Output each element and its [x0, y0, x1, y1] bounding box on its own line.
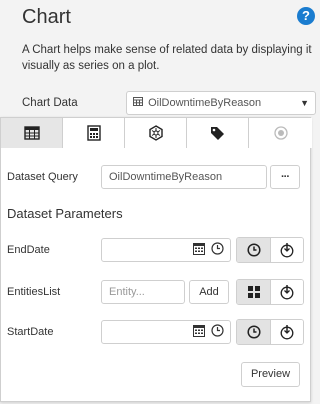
calendar-icon[interactable]	[193, 242, 205, 255]
hexagon-network-icon	[148, 125, 163, 141]
static-value-toggle[interactable]	[237, 238, 270, 262]
tab-tags[interactable]	[187, 118, 249, 148]
param-label-enddate: EndDate	[7, 244, 50, 256]
tab-dataset[interactable]	[1, 118, 63, 148]
param-label-entitieslist: EntitiesList	[7, 286, 61, 298]
chart-data-label: Chart Data	[22, 97, 78, 109]
dynamic-value-toggle[interactable]	[270, 280, 303, 304]
preview-button[interactable]: Preview	[241, 362, 300, 387]
tab-calculations[interactable]	[63, 118, 125, 148]
param-label-startdate: StartDate	[7, 326, 54, 338]
chart-data-value: OilDowntimeByReason	[148, 97, 262, 109]
dynamic-value-toggle[interactable]	[270, 320, 303, 344]
clock-icon[interactable]	[211, 242, 224, 255]
startdate-mode-toggle	[236, 319, 304, 345]
dynamic-value-toggle[interactable]	[270, 238, 303, 262]
panel-title: Chart	[22, 6, 71, 28]
static-value-toggle[interactable]	[237, 280, 270, 304]
clock-icon	[246, 243, 261, 257]
startdate-picker-icons	[193, 324, 224, 337]
radio-target-icon	[273, 126, 288, 140]
chart-data-popup: Dataset Query OilDowntimeByReason ··· Da…	[0, 117, 312, 402]
chart-data-select[interactable]: OilDowntimeByReason ▼	[126, 91, 316, 115]
grid-icon	[247, 286, 260, 298]
download-clock-icon	[280, 285, 294, 300]
download-clock-icon	[280, 243, 294, 258]
clock-icon[interactable]	[211, 324, 224, 337]
table-icon	[133, 93, 145, 115]
download-clock-icon	[280, 325, 294, 340]
tag-icon	[211, 126, 224, 140]
table-icon	[23, 126, 40, 140]
question-circle-icon[interactable]: ?	[297, 7, 315, 25]
tab-options[interactable]	[249, 118, 312, 148]
popup-tabs	[1, 118, 312, 148]
static-value-toggle[interactable]	[237, 320, 270, 344]
clock-icon	[246, 325, 261, 339]
panel-description: A Chart helps make sense of related data…	[22, 44, 312, 72]
chevron-down-icon: ▼	[300, 98, 309, 108]
dataset-query-label: Dataset Query	[7, 171, 78, 183]
calculator-icon	[86, 125, 101, 141]
add-entity-button[interactable]: Add	[189, 280, 229, 304]
tab-entities[interactable]	[125, 118, 187, 148]
dataset-query-input[interactable]: OilDowntimeByReason	[101, 165, 267, 189]
dataset-query-more-button[interactable]: ···	[270, 165, 300, 189]
dataset-parameters-heading: Dataset Parameters	[7, 206, 123, 221]
calendar-icon[interactable]	[193, 324, 205, 337]
entities-input[interactable]: Entity...	[101, 280, 185, 304]
entitieslist-mode-toggle	[236, 279, 304, 305]
enddate-mode-toggle	[236, 237, 304, 263]
enddate-picker-icons	[193, 242, 224, 255]
